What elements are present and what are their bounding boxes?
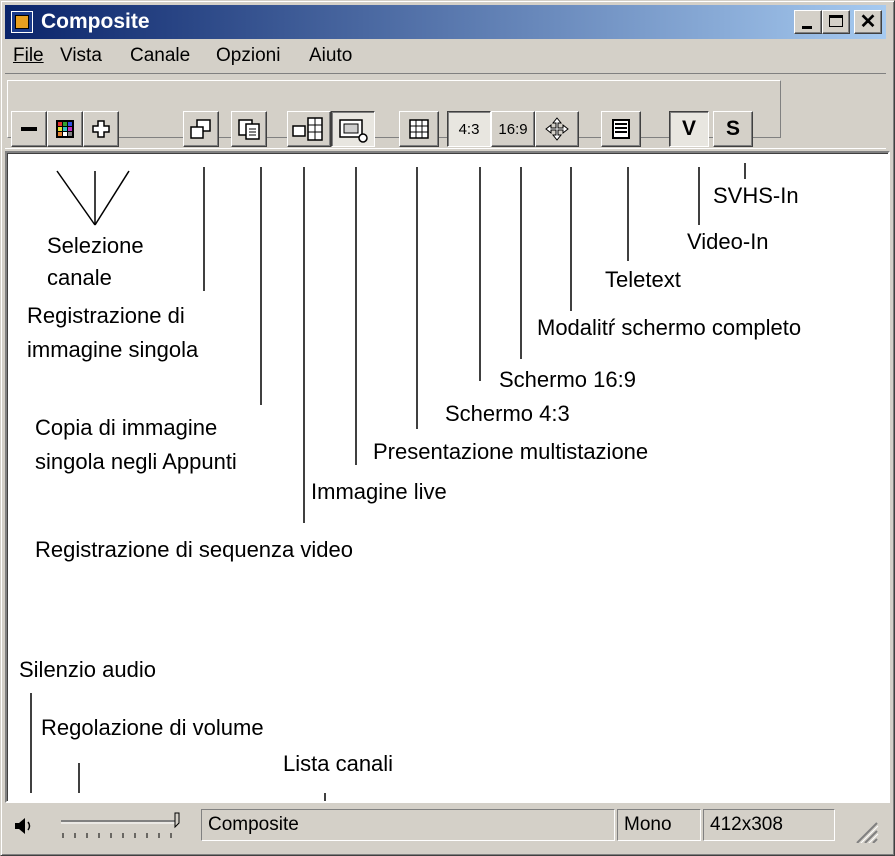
channel-grid-icon [56,120,74,138]
fullscreen-button[interactable] [535,111,579,147]
menu-file-label: File [13,45,44,66]
teletext-button[interactable] [601,111,641,147]
screen-4-3-label: 4:3 [458,120,480,138]
label-teletext: Teletext [605,267,681,292]
capture-frame-icon [190,119,211,139]
label-mute: Silenzio audio [19,657,156,682]
audio-mode-box: Mono [617,809,701,841]
screen-16-9-button[interactable]: 16:9 [491,111,535,147]
menu-opzioni[interactable]: Opzioni [216,45,280,67]
maximize-button[interactable] [822,10,850,34]
label-video-sequence: Registrazione di sequenza video [35,537,353,562]
app-icon[interactable] [11,11,33,33]
menu-canale[interactable]: Canale [130,45,190,67]
close-icon: ✕ [859,11,877,33]
label-capture-1: Registrazione di [27,303,185,328]
label-channel-select-1: Selezione [47,233,144,258]
menu-bar: File Vista Canale Opzioni Aiuto [5,41,886,69]
callout-line-channel-left [56,170,96,226]
live-image-icon [339,119,368,143]
record-video-button[interactable] [287,111,331,147]
label-copy-1: Copia di immagine [35,415,218,440]
volume-slider-thumb [174,812,180,829]
current-channel: Composite [208,814,299,835]
close-button[interactable]: ✕ [854,10,882,34]
menu-canale-label: Canale [130,45,191,66]
title-bar[interactable]: Composite ✕ [5,5,886,39]
label-channel-select-2: canale [47,265,112,290]
toolbar-panel [7,80,781,138]
clipboard-copy-icon [238,119,260,140]
screen-4-3-button[interactable]: 4:3 [447,111,491,147]
label-copy-2: singola negli Appunti [35,449,237,474]
label-video-in: Video-In [687,229,769,254]
toolbar [5,73,886,149]
plus-icon [92,120,110,138]
minimize-button[interactable] [794,10,822,34]
label-svhs-in: SVHS-In [713,183,799,208]
window-title: Composite [41,10,150,33]
label-screen-16-9: Schermo 16:9 [499,367,636,392]
resize-grip-icon[interactable] [847,817,881,843]
label-volume: Regolazione di volume [41,715,264,740]
channel-list-box[interactable]: Composite [201,809,615,841]
audio-mode: Mono [624,814,672,835]
multistation-button[interactable] [399,111,439,147]
copy-clipboard-button[interactable] [231,111,267,147]
resolution: 412x308 [710,814,783,835]
label-capture-2: immagine singola [27,337,199,362]
channel-grid-button[interactable] [47,111,83,147]
video-in-button[interactable]: V [669,111,709,147]
label-multistation: Presentazione multistazione [373,439,649,464]
screen-16-9-label: 16:9 [498,120,528,138]
menu-vista-label: Vista [60,45,102,66]
menu-vista[interactable]: Vista [60,45,102,67]
video-in-label: V [681,117,696,140]
volume-slider[interactable] [57,811,187,841]
move-arrows-icon [545,117,569,141]
status-bar: Composite Mono 412x308 [5,803,886,849]
live-image-button[interactable] [331,111,375,147]
application-window: Composite ✕ File Vista Canale Opzioni Ai… [0,0,895,856]
channel-up-button[interactable] [83,111,119,147]
teletext-icon [612,119,630,139]
label-fullscreen: Modalitŕ schermo completo [537,315,802,340]
label-channel-list: Lista canali [283,751,394,776]
svhs-in-button[interactable]: S [713,111,753,147]
video-sequence-icon [292,117,323,141]
grid-icon [409,119,429,139]
menu-opzioni-label: Opzioni [216,45,281,66]
label-screen-4-3: Schermo 4:3 [445,401,570,426]
resolution-box: 412x308 [703,809,835,841]
menu-file[interactable]: File [13,45,44,67]
video-display-area[interactable]: Selezione canale Registrazione di immagi… [5,151,890,803]
channel-down-button[interactable] [11,111,47,147]
minus-icon [21,127,37,131]
label-live-image: Immagine live [311,479,447,504]
menu-aiuto[interactable]: Aiuto [309,45,352,67]
capture-frame-button[interactable] [183,111,219,147]
callout-line-channel-right [94,170,130,226]
menu-aiuto-label: Aiuto [309,45,353,66]
speaker-icon[interactable] [13,815,37,837]
svhs-in-label: S [725,117,740,140]
